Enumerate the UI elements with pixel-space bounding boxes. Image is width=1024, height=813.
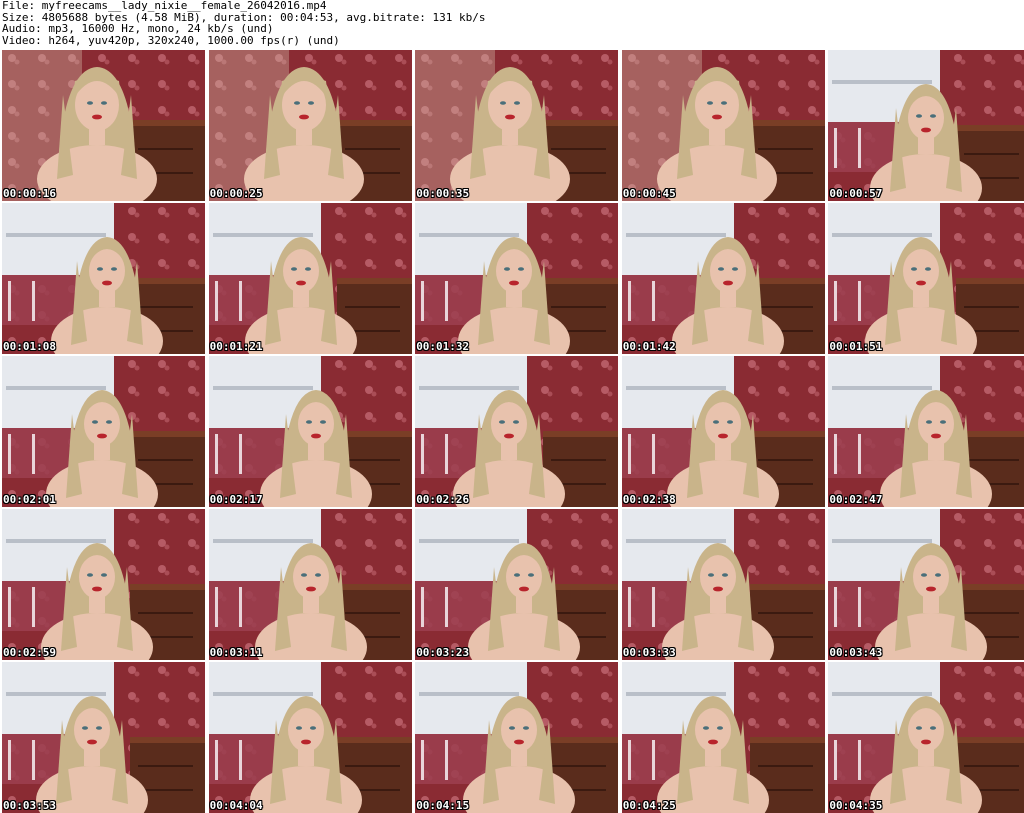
file-name-line: File: myfreecams__lady_nixie__female_260… (2, 0, 327, 12)
video-frame-thumbnail: 00:02:38 (621, 356, 825, 507)
frame-timestamp: 00:00:35 (416, 187, 470, 200)
audio-info-line: Audio: mp3, 16000 Hz, mono, 24 kb/s (und… (2, 23, 274, 35)
video-frame-thumbnail: 00:00:25 (208, 50, 412, 201)
video-frame-thumbnail: 00:04:35 (828, 662, 1024, 813)
frame-timestamp: 00:04:25 (622, 799, 676, 812)
frame-image (2, 356, 205, 507)
frame-image (415, 509, 619, 660)
frame-image (621, 509, 825, 660)
frame-timestamp: 00:04:15 (416, 799, 470, 812)
frame-timestamp: 00:01:51 (829, 340, 883, 353)
frame-timestamp: 00:00:16 (3, 187, 56, 200)
frame-timestamp: 00:01:21 (209, 340, 263, 353)
frame-image (208, 356, 412, 507)
video-frame-thumbnail: 00:02:47 (828, 356, 1024, 507)
frame-image (415, 50, 619, 201)
video-frame-thumbnail: 00:02:17 (208, 356, 412, 507)
video-frame-thumbnail: 00:01:21 (208, 203, 412, 354)
frame-timestamp: 00:02:26 (416, 493, 470, 506)
frame-image (2, 203, 205, 354)
video-info-line: Video: h264, yuv420p, 320x240, 1000.00 f… (2, 34, 340, 47)
frame-timestamp: 00:03:11 (209, 646, 263, 659)
video-frame-thumbnail: 00:02:01 (2, 356, 205, 507)
frame-image (208, 509, 412, 660)
video-frame-thumbnail: 00:03:53 (2, 662, 205, 813)
video-frame-thumbnail: 00:00:45 (621, 50, 825, 201)
frame-timestamp: 00:03:23 (416, 646, 470, 659)
frame-timestamp: 00:01:42 (622, 340, 676, 353)
frame-timestamp: 00:04:04 (209, 799, 263, 812)
video-frame-thumbnail: 00:00:35 (415, 50, 619, 201)
frame-timestamp: 00:00:25 (209, 187, 263, 200)
video-frame-thumbnail: 00:01:51 (828, 203, 1024, 354)
video-frame-thumbnail: 00:00:16 (2, 50, 205, 201)
video-frame-thumbnail: 00:03:11 (208, 509, 412, 660)
frame-image (208, 203, 412, 354)
frame-timestamp: 00:02:38 (622, 493, 676, 506)
frame-timestamp: 00:03:53 (3, 799, 56, 812)
frame-timestamp: 00:00:45 (622, 187, 676, 200)
frame-timestamp: 00:01:32 (416, 340, 470, 353)
frame-image (828, 662, 1024, 813)
video-frame-thumbnail: 00:03:43 (828, 509, 1024, 660)
frame-image (828, 50, 1024, 201)
frame-timestamp: 00:02:59 (3, 646, 56, 659)
frame-image (415, 203, 619, 354)
frame-timestamp: 00:01:08 (3, 340, 56, 353)
frame-image (621, 50, 825, 201)
file-size-line: Size: 4805688 bytes (4.58 MiB), duration… (2, 11, 486, 24)
video-frame-thumbnail: 00:00:57 (828, 50, 1024, 201)
frame-image (415, 662, 619, 813)
frame-image (828, 509, 1024, 660)
thumbnail-grid: 00:00:16 00:00:25 00:00:35 00:00:45 00:00:57… (2, 50, 1024, 813)
video-frame-thumbnail: 00:03:33 (621, 509, 825, 660)
video-frame-thumbnail: 00:03:23 (415, 509, 619, 660)
video-frame-thumbnail: 00:02:26 (415, 356, 619, 507)
frame-timestamp: 00:03:43 (829, 646, 883, 659)
video-frame-thumbnail: 00:04:04 (208, 662, 412, 813)
video-frame-thumbnail: 00:04:25 (621, 662, 825, 813)
frame-timestamp: 00:02:17 (209, 493, 263, 506)
frame-image (621, 662, 825, 813)
frame-image (828, 203, 1024, 354)
frame-image (621, 203, 825, 354)
video-frame-thumbnail: 00:01:32 (415, 203, 619, 354)
frame-timestamp: 00:02:01 (3, 493, 56, 506)
frame-timestamp: 00:03:33 (622, 646, 676, 659)
frame-timestamp: 00:02:47 (829, 493, 883, 506)
frame-image (621, 356, 825, 507)
frame-timestamp: 00:04:35 (829, 799, 883, 812)
frame-image (2, 509, 205, 660)
video-frame-thumbnail: 00:01:42 (621, 203, 825, 354)
frame-image (2, 662, 205, 813)
file-info-header: File: myfreecams__lady_nixie__female_260… (2, 0, 1022, 50)
video-frame-thumbnail: 00:01:08 (2, 203, 205, 354)
video-frame-thumbnail: 00:04:15 (415, 662, 619, 813)
frame-image (828, 356, 1024, 507)
frame-image (415, 356, 619, 507)
frame-image (208, 50, 412, 201)
frame-timestamp: 00:00:57 (829, 187, 883, 200)
frame-image (208, 662, 412, 813)
video-frame-thumbnail: 00:02:59 (2, 509, 205, 660)
frame-image (2, 50, 205, 201)
